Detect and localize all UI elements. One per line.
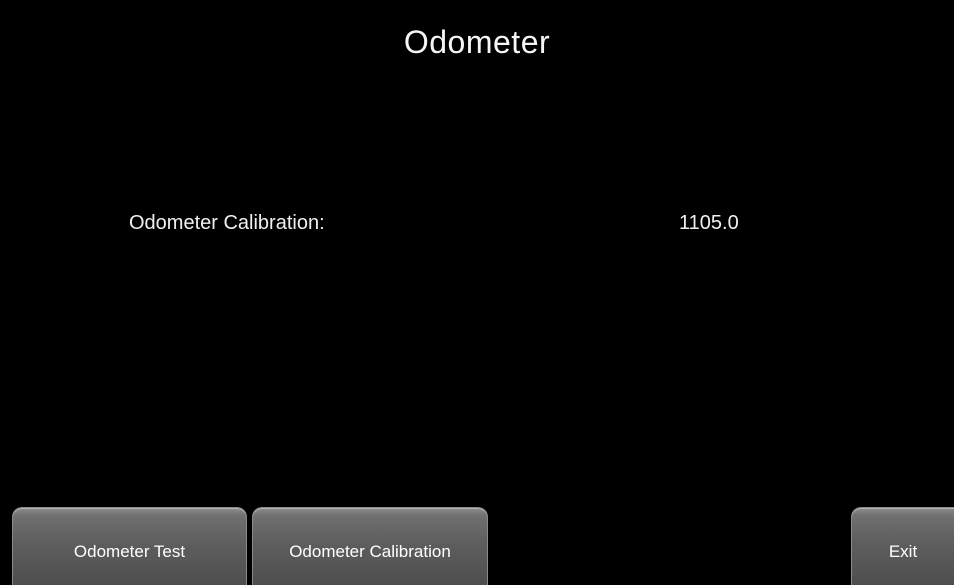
odometer-calibration-button[interactable]: Odometer Calibration	[252, 507, 488, 585]
exit-button[interactable]: Exit	[851, 507, 954, 585]
odometer-calibration-row: Odometer Calibration: 1105.0	[0, 207, 954, 239]
odometer-test-button[interactable]: Odometer Test	[12, 507, 247, 585]
odometer-screen: Odometer Odometer Calibration: 1105.0 Od…	[0, 0, 954, 585]
odometer-calibration-value: 1105.0	[679, 212, 739, 234]
odometer-calibration-label: Odometer Calibration:	[129, 212, 325, 234]
page-title: Odometer	[403, 24, 551, 60]
